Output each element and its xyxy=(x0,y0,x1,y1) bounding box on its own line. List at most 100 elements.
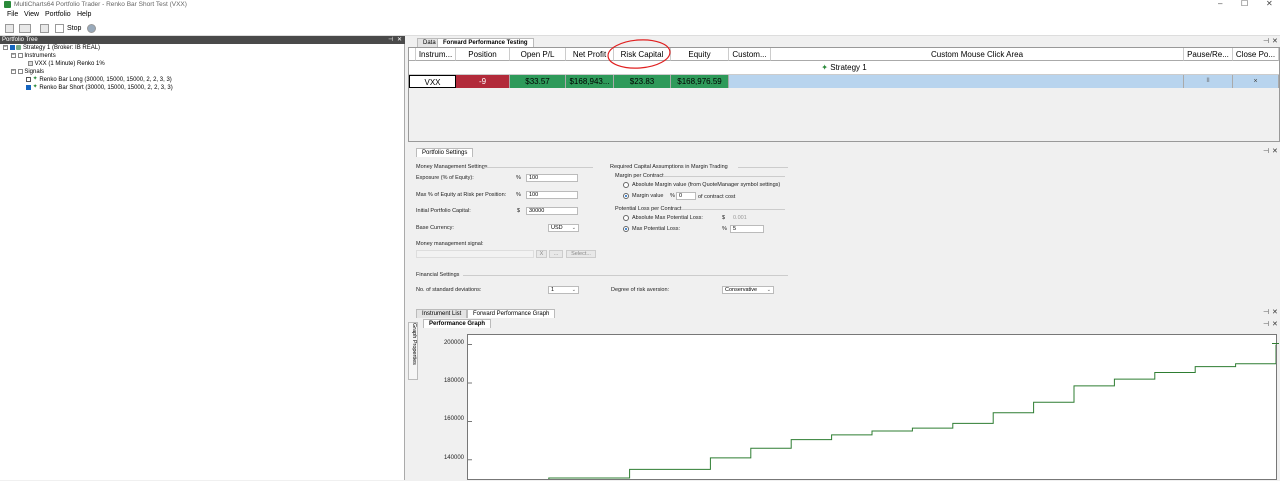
header-custom-mouse-click-area[interactable]: Custom Mouse Click Area xyxy=(771,48,1184,61)
broker-icon[interactable] xyxy=(87,24,96,33)
risk-aversion-label: Degree of risk aversion: xyxy=(611,287,670,293)
save-icon[interactable] xyxy=(40,24,49,33)
divider xyxy=(483,167,593,168)
pause-resume-button[interactable]: II xyxy=(1184,75,1233,88)
initial-capital-label: Initial Portfolio Capital: xyxy=(416,208,471,214)
cell-instrument[interactable]: VXX xyxy=(409,75,456,88)
chart-svg xyxy=(468,344,1277,481)
tree-instrument-vxx[interactable]: VXX (1 Minute) Renko 1% xyxy=(28,61,105,68)
graph-properties-tab[interactable]: Graph Properties xyxy=(408,322,418,380)
cell-risk-capital[interactable]: $23.83 xyxy=(614,75,671,88)
collapse-icon[interactable]: − xyxy=(11,53,16,58)
mm-signal-label: Money management signal: xyxy=(416,241,484,247)
max-loss-radio[interactable] xyxy=(623,226,629,232)
menu-bar: File View Portfolio Help xyxy=(0,9,1280,21)
margin-value-radio[interactable] xyxy=(623,193,629,199)
menu-help[interactable]: Help xyxy=(77,11,91,19)
pin-icon[interactable]: ⊣ xyxy=(1263,320,1269,328)
tab-performance-graph[interactable]: Performance Graph xyxy=(423,319,492,328)
close-pane-icon[interactable]: ✕ xyxy=(397,36,402,44)
signals-label: Signals xyxy=(24,69,45,76)
abs-margin-radio[interactable] xyxy=(623,182,629,188)
close-pane-icon[interactable]: ✕ xyxy=(1272,147,1278,155)
mm-clear-button[interactable]: X xyxy=(536,250,547,258)
window-title: MultiCharts64 Portfolio Trader - Renko B… xyxy=(14,1,187,8)
divider xyxy=(738,167,788,168)
tree-signal-short[interactable]: ✦ Renko Bar Short (30000, 15000, 15000, … xyxy=(26,84,173,92)
cell-open-pl[interactable]: $33.57 xyxy=(510,75,566,88)
std-dev-select[interactable]: 1 ⌄ xyxy=(548,286,579,294)
tree-strategy[interactable]: − Strategy 1 (Broker: IB REAL) xyxy=(3,45,100,52)
initial-capital-input[interactable]: 30000 xyxy=(526,207,578,215)
close-position-button[interactable]: × xyxy=(1233,75,1279,88)
tree-signal-long[interactable]: ✦ Renko Bar Long (30000, 15000, 15000, 2… xyxy=(26,76,172,84)
header-equity[interactable]: Equity xyxy=(671,48,729,61)
chevron-down-icon: ⌄ xyxy=(571,287,576,293)
collapse-icon[interactable]: − xyxy=(11,69,16,74)
abs-max-loss-value[interactable]: 0.001 xyxy=(733,215,747,222)
menu-file[interactable]: File xyxy=(7,11,18,19)
tree-instruments[interactable]: − Instruments xyxy=(11,53,56,60)
cell-equity[interactable]: $168,976.59 xyxy=(671,75,729,88)
cell-custom-mouse-click-area[interactable] xyxy=(729,75,1184,88)
strategy-group-row[interactable]: ✦ Strategy 1 xyxy=(409,61,1279,75)
strategy-checkbox[interactable] xyxy=(9,45,15,50)
cell-position[interactable]: -9 xyxy=(456,75,510,88)
base-currency-value: USD xyxy=(551,225,563,231)
menu-portfolio[interactable]: Portfolio xyxy=(45,11,71,19)
tree-signals[interactable]: − Signals xyxy=(11,69,44,76)
header-open-pl[interactable]: Open P/L xyxy=(510,48,566,61)
abs-max-loss-radio[interactable] xyxy=(623,215,629,221)
header-position[interactable]: Position xyxy=(456,48,510,61)
pin-icon[interactable]: ⊣ xyxy=(1263,147,1269,155)
new-portfolio-icon[interactable] xyxy=(5,24,14,33)
pin-icon[interactable]: ⊣ xyxy=(1263,37,1269,45)
mm-select-button[interactable]: Select... xyxy=(566,250,596,258)
header-close-position[interactable]: Close Po... xyxy=(1233,48,1279,61)
pin-icon[interactable]: ⊣ xyxy=(1263,308,1269,316)
performance-chart[interactable]: Initial Capital($)Net Profit($)Equity($) xyxy=(467,334,1279,481)
portfolio-tree-title: Portfolio Tree xyxy=(2,37,38,43)
header-custom[interactable]: Custom... xyxy=(729,48,771,61)
mm-signal-input[interactable] xyxy=(416,250,534,258)
close-pane-icon[interactable]: ✕ xyxy=(1272,37,1278,45)
max-equity-input[interactable]: 100 xyxy=(526,191,578,199)
max-loss-input[interactable]: 5 xyxy=(730,225,764,233)
signals-icon xyxy=(17,69,23,74)
chevron-down-icon: ⌄ xyxy=(766,287,771,293)
collapse-icon[interactable]: − xyxy=(3,45,8,50)
header-instrument[interactable]: Instrum... xyxy=(416,48,456,61)
max-loss-label: Max Potential Loss: xyxy=(632,226,680,232)
pin-icon[interactable]: ⊣ xyxy=(388,36,393,44)
required-capital-title: Required Capital Assumptions in Margin T… xyxy=(610,164,728,170)
menu-view[interactable]: View xyxy=(24,11,39,19)
margin-value-suffix: of contract cost xyxy=(698,194,736,200)
exposure-input[interactable]: 100 xyxy=(526,174,578,182)
maximize-icon[interactable]: ☐ xyxy=(1241,0,1248,8)
tab-portfolio-settings[interactable]: Portfolio Settings xyxy=(416,148,474,157)
close-pane-icon[interactable]: ✕ xyxy=(1272,320,1278,328)
risk-aversion-select[interactable]: Conservative ⌄ xyxy=(722,286,774,294)
close-pane-icon[interactable]: ✕ xyxy=(1272,308,1278,316)
chevron-down-icon: ⌄ xyxy=(571,225,576,231)
tab-forward-performance-testing[interactable]: Forward Performance Testing xyxy=(437,38,534,47)
stop-button[interactable]: Stop xyxy=(67,24,81,33)
signal-short-label: Renko Bar Short (30000, 15000, 15000, 2,… xyxy=(39,85,173,92)
close-icon[interactable]: ✕ xyxy=(1266,0,1273,8)
signal-long-checkbox[interactable] xyxy=(26,77,31,82)
cell-net-profit[interactable]: $168,943... xyxy=(566,75,614,88)
mm-browse-button[interactable]: ... xyxy=(549,250,563,258)
window-titlebar: MultiCharts64 Portfolio Trader - Renko B… xyxy=(0,0,1280,9)
margin-value-input[interactable]: 0 xyxy=(676,192,696,200)
open-portfolio-icon[interactable] xyxy=(19,24,31,33)
divider xyxy=(463,275,788,276)
instruments-icon xyxy=(17,53,23,58)
header-pause-resume[interactable]: Pause/Re... xyxy=(1184,48,1233,61)
base-currency-select[interactable]: USD ⌄ xyxy=(548,224,579,232)
exposure-unit: % xyxy=(516,175,521,181)
stop-icon[interactable] xyxy=(55,24,64,33)
tab-instrument-list[interactable]: Instrument List xyxy=(416,309,468,318)
tab-forward-performance-graph[interactable]: Forward Performance Graph xyxy=(467,309,556,318)
signal-short-checkbox[interactable] xyxy=(26,85,31,90)
minimize-icon[interactable]: – xyxy=(1218,0,1222,8)
